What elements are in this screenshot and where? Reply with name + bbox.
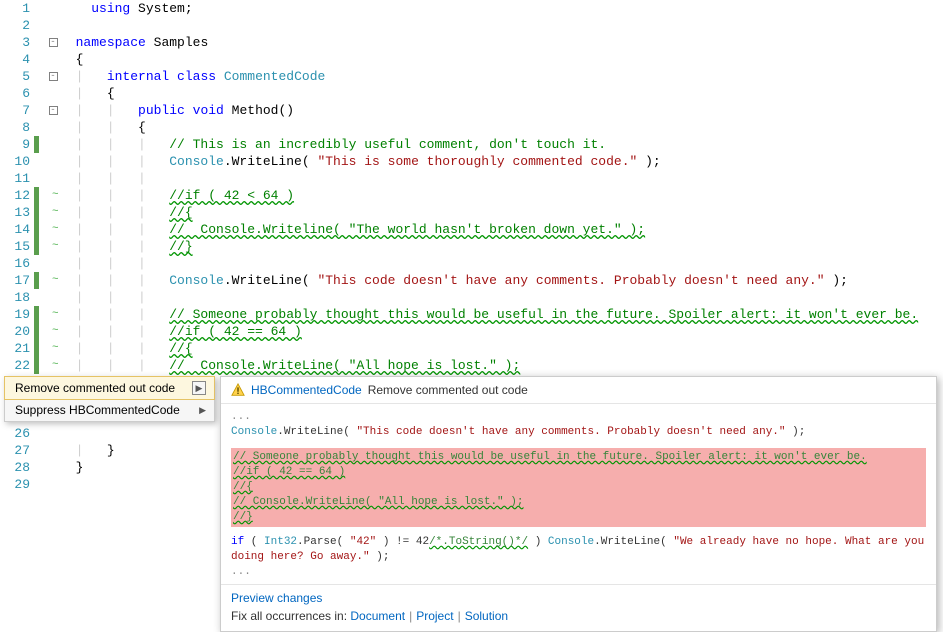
fix-document-link[interactable]: Document bbox=[350, 609, 405, 623]
chevron-right-icon: ▶ bbox=[199, 405, 206, 416]
warning-icon bbox=[231, 383, 245, 397]
code-line[interactable]: 1 using System; bbox=[0, 0, 943, 17]
chevron-right-icon[interactable]: ▶ bbox=[192, 381, 206, 395]
commented-out-code[interactable]: //if ( 42 < 64 ) bbox=[169, 188, 294, 203]
fix-solution-link[interactable]: Solution bbox=[465, 609, 508, 623]
removed-code-block: // Someone probably thought this would b… bbox=[231, 448, 926, 527]
preview-changes-link[interactable]: Preview changes bbox=[231, 591, 322, 605]
menu-item-label: Remove commented out code bbox=[15, 381, 175, 395]
menu-item-label: Suppress HBCommentedCode bbox=[15, 403, 180, 417]
code-line[interactable]: 3 - namespace Samples bbox=[0, 34, 943, 51]
fold-toggle-icon[interactable]: - bbox=[49, 38, 58, 47]
quick-actions-menu: Remove commented out code ▶ Suppress HBC… bbox=[4, 376, 215, 422]
diagnostic-id[interactable]: HBCommentedCode bbox=[251, 383, 362, 397]
fold-toggle-icon[interactable]: - bbox=[49, 106, 58, 115]
change-marker bbox=[34, 136, 39, 153]
menu-item-remove-commented-code[interactable]: Remove commented out code ▶ bbox=[5, 377, 214, 399]
fold-toggle-icon[interactable]: - bbox=[49, 72, 58, 81]
fix-project-link[interactable]: Project bbox=[416, 609, 453, 623]
code-line[interactable]: 5 - | internal class CommentedCode bbox=[0, 68, 943, 85]
code-comment: // This is an incredibly useful comment,… bbox=[169, 137, 606, 152]
fix-all-label: Fix all occurrences in: bbox=[231, 609, 347, 623]
code-preview: ... Console.WriteLine( "This code doesn'… bbox=[221, 404, 936, 584]
line-number: 1 bbox=[0, 0, 34, 17]
menu-item-suppress-diagnostic[interactable]: Suppress HBCommentedCode ▶ bbox=[5, 399, 214, 421]
diagnostic-message: Remove commented out code bbox=[368, 383, 528, 397]
fix-preview-panel: HBCommentedCode Remove commented out cod… bbox=[220, 376, 937, 632]
